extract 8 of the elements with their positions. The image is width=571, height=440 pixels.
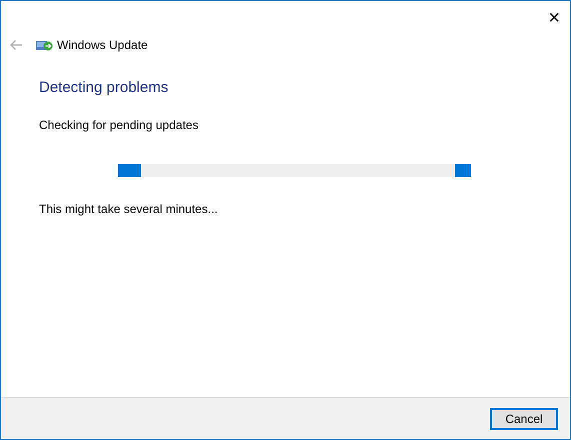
note-text: This might take several minutes... [39, 202, 219, 216]
window-title: Windows Update [57, 38, 148, 52]
back-arrow-icon [9, 39, 23, 51]
update-icon [36, 40, 53, 50]
page-heading: Detecting problems [39, 79, 170, 96]
close-button[interactable]: × [548, 1, 570, 31]
status-text: Checking for pending updates [39, 118, 200, 132]
cancel-button[interactable]: Cancel [490, 408, 558, 430]
